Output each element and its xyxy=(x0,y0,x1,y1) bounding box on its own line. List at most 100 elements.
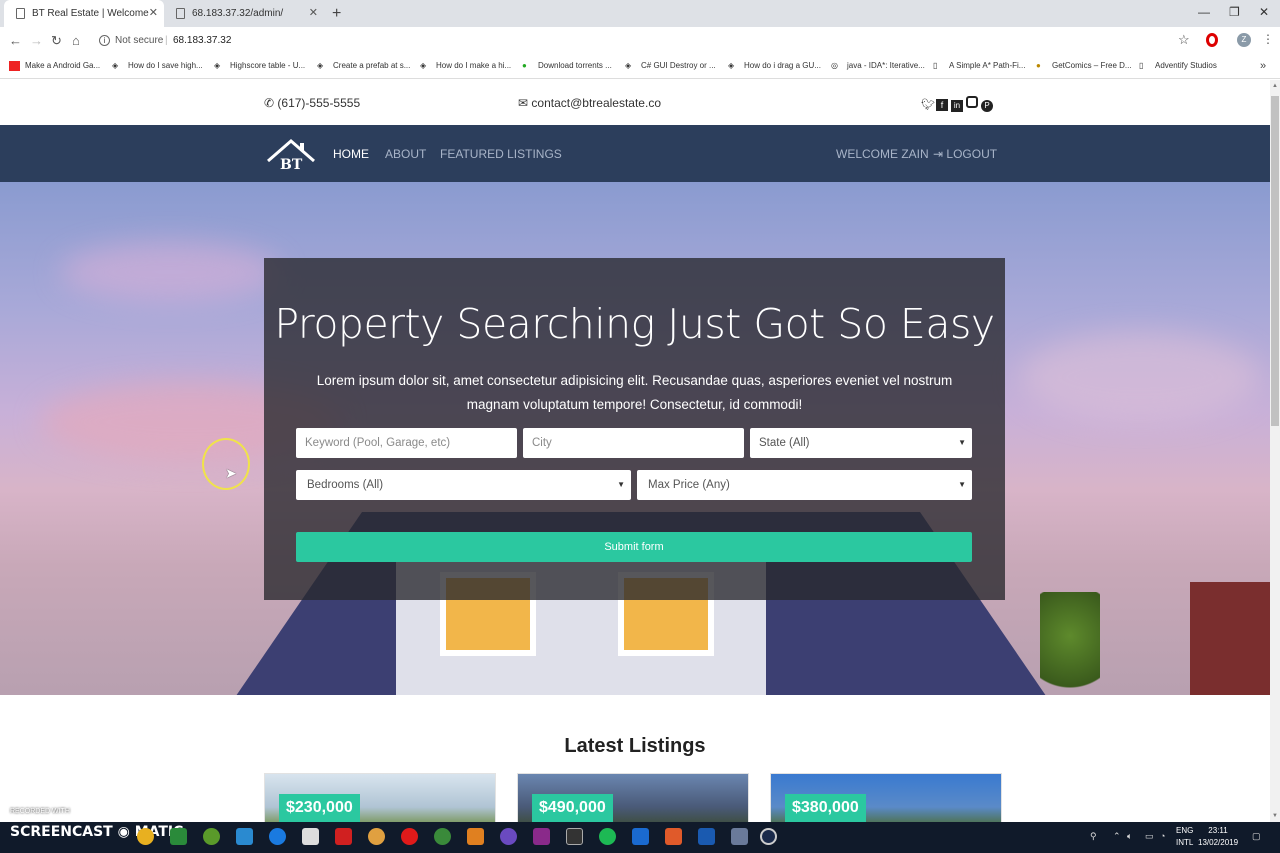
omnibox[interactable]: i Not secure | 68.183.37.32 xyxy=(95,30,1195,52)
search-description: Lorem ipsum dolor sit, amet consectetur … xyxy=(316,373,953,412)
language-indicator[interactable]: ENG INTL xyxy=(1176,825,1193,849)
nav-about[interactable]: ABOUT xyxy=(385,147,426,161)
minimize-icon[interactable]: — xyxy=(1198,0,1210,24)
screencast-icon[interactable] xyxy=(760,828,777,845)
home-icon[interactable]: ⌂ xyxy=(72,33,80,48)
page-icon xyxy=(16,8,25,19)
bookmark-item[interactable]: ◈ How do i drag a GU... xyxy=(728,61,821,70)
tab-admin[interactable]: 68.183.37.32/admin/ ✕ xyxy=(164,0,324,27)
logout-icon: ⇥ xyxy=(933,147,944,161)
bookmark-item[interactable]: ● Download torrents ... xyxy=(522,61,612,70)
instagram-icon[interactable] xyxy=(966,96,978,108)
bedrooms-select[interactable]: Bedrooms (All) ▼ xyxy=(296,470,631,500)
city-input[interactable]: City xyxy=(523,428,744,458)
bookmark-item[interactable]: ◈ Highscore table - U... xyxy=(214,61,305,70)
linkedin-icon[interactable]: in xyxy=(951,100,963,112)
close-tab-icon[interactable]: ✕ xyxy=(309,0,318,27)
nav-featured-listings[interactable]: FEATURED LISTINGS xyxy=(440,147,562,161)
restore-icon[interactable]: ❐ xyxy=(1229,0,1240,24)
chrome-icon[interactable] xyxy=(137,828,154,845)
app-icon[interactable] xyxy=(368,828,385,845)
neighbor-house-image xyxy=(1190,582,1270,695)
unity-icon[interactable] xyxy=(302,828,319,845)
store-icon[interactable] xyxy=(236,828,253,845)
wifi-icon[interactable]: ◔ xyxy=(1160,831,1165,841)
more-bookmarks-icon[interactable]: » xyxy=(1260,60,1266,72)
bookmark-item[interactable]: ◈ C# GUI Destroy or ... xyxy=(625,61,716,70)
info-icon[interactable]: i xyxy=(99,35,110,46)
nav-home[interactable]: HOME xyxy=(333,147,369,161)
phone-icon: ✆ xyxy=(264,96,275,110)
bookmark-item[interactable]: ◎ java - IDA*: Iterative... xyxy=(831,61,925,70)
address-bar-row: ← → ↻ ⌂ i Not secure | 68.183.37.32 xyxy=(0,27,1280,55)
maps-icon[interactable] xyxy=(269,828,286,845)
menu-kebab-icon[interactable]: ⋮ xyxy=(1262,32,1274,46)
system-clock[interactable]: 23:11 13/02/2019 xyxy=(1198,825,1238,849)
page-scrollbar[interactable]: ▲ ▼ xyxy=(1270,80,1280,822)
opera-icon[interactable] xyxy=(1206,33,1218,47)
person-icon[interactable]: ⚲ xyxy=(1090,831,1097,842)
nav-logout[interactable]: ⇥ LOGOUT xyxy=(933,147,997,161)
powershell-icon[interactable] xyxy=(698,828,715,845)
latest-listings-heading: Latest Listings xyxy=(564,735,706,757)
app-icon[interactable] xyxy=(731,828,748,845)
new-tab-button[interactable]: + xyxy=(332,0,341,27)
submit-button[interactable]: Submit form xyxy=(296,532,972,562)
profile-avatar[interactable]: Z xyxy=(1237,33,1251,47)
forward-icon[interactable]: → xyxy=(30,33,43,48)
reload-icon[interactable]: ↻ xyxy=(51,33,62,49)
twitter-icon[interactable]: 🐦︎ xyxy=(921,98,935,111)
app-icon[interactable] xyxy=(533,828,550,845)
bookmark-item[interactable]: ▯ Adventify Studios xyxy=(1139,61,1217,70)
close-window-icon[interactable]: ✕ xyxy=(1259,0,1269,24)
chevron-up-icon[interactable]: ⌃ xyxy=(1113,831,1121,842)
keyword-input[interactable]: Keyword (Pool, Garage, etc) xyxy=(296,428,517,458)
unity-icon: ◈ xyxy=(112,61,119,70)
back-icon[interactable]: ← xyxy=(9,33,22,48)
excel-icon[interactable] xyxy=(170,828,187,845)
bookmark-item[interactable]: ● GetComics – Free D... xyxy=(1036,61,1132,70)
facebook-icon[interactable]: f xyxy=(936,99,948,111)
bookmark-item[interactable]: ▯ A Simple A* Path-Fi... xyxy=(933,61,1025,70)
app-icon[interactable] xyxy=(434,828,451,845)
dropdown-arrow-icon: ▼ xyxy=(958,480,966,489)
app-icon[interactable] xyxy=(500,828,517,845)
bookmark-item[interactable]: ◈ How do I save high... xyxy=(112,61,203,70)
bookmark-item[interactable]: Make a Android Ga... xyxy=(9,61,100,71)
notification-icon[interactable]: ▢ xyxy=(1252,831,1261,842)
unity-icon: ◈ xyxy=(317,61,324,70)
close-tab-icon[interactable]: ✕ xyxy=(149,0,158,27)
git-icon[interactable] xyxy=(665,828,682,845)
terminal-icon[interactable] xyxy=(566,828,583,845)
email-info[interactable]: ✉ contact@btrealestate.co xyxy=(518,96,661,110)
state-select[interactable]: State (All) ▼ xyxy=(750,428,972,458)
scrollbar-thumb[interactable] xyxy=(1271,96,1279,426)
bookmark-star-icon[interactable]: ☆ xyxy=(1178,32,1190,48)
tab-bt-real-estate[interactable]: BT Real Estate | Welcome ✕ xyxy=(4,0,164,27)
battery-icon[interactable]: ▭ xyxy=(1145,831,1154,842)
browser-tab-strip: BT Real Estate | Welcome ✕ 68.183.37.32/… xyxy=(0,0,1280,27)
property-search-panel: Property Searching Just Got So Easy Lore… xyxy=(264,258,1005,600)
page-icon: ▯ xyxy=(1139,61,1144,70)
listing-price: $380,000 xyxy=(785,794,866,822)
url-text[interactable]: 68.183.37.32 xyxy=(173,30,231,52)
scroll-up-icon[interactable]: ▲ xyxy=(1272,83,1278,89)
bookmark-item[interactable]: ◈ Create a prefab at s... xyxy=(317,61,410,70)
volume-icon[interactable]: 🔈︎ xyxy=(1127,831,1132,842)
vscode-icon[interactable] xyxy=(632,828,649,845)
listing-card[interactable]: $380,000 xyxy=(770,773,1002,822)
bookmark-item[interactable]: ◈ How do I make a hi... xyxy=(420,61,511,70)
tab-title: 68.183.37.32/admin/ xyxy=(192,8,284,19)
sublime-icon[interactable] xyxy=(467,828,484,845)
utorrent-icon[interactable] xyxy=(203,828,220,845)
acrobat-icon[interactable] xyxy=(335,828,352,845)
scroll-down-icon[interactable]: ▼ xyxy=(1272,813,1278,819)
max-price-select[interactable]: Max Price (Any) ▼ xyxy=(637,470,972,500)
spotify-icon[interactable] xyxy=(599,828,616,845)
unity-icon: ◈ xyxy=(420,61,427,70)
bt-logo[interactable]: BT xyxy=(266,137,316,171)
listing-card[interactable]: $230,000 xyxy=(264,773,496,822)
opera-icon[interactable] xyxy=(401,828,418,845)
listing-card[interactable]: $490,000 xyxy=(517,773,749,822)
pinterest-icon[interactable]: P xyxy=(981,100,993,112)
